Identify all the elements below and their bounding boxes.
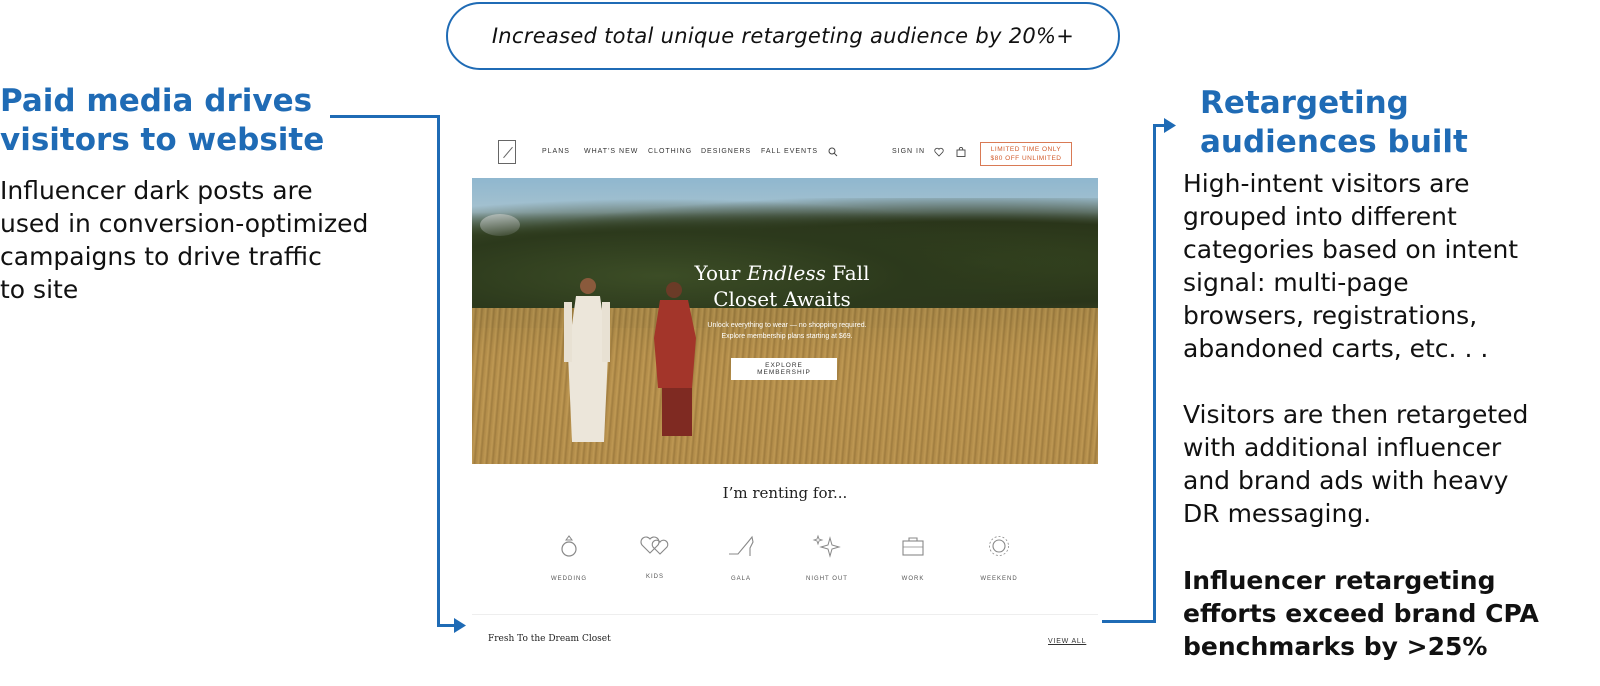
hero-title-part: Fall (825, 261, 870, 285)
ring-icon (561, 535, 577, 557)
promo-badge[interactable]: LIMITED TIME ONLY $80 OFF UNLIMITED (980, 142, 1072, 166)
hero-model-white-dress (564, 278, 610, 442)
left-connector-vertical (437, 115, 440, 627)
right-heading-line: audiences built (1200, 124, 1468, 160)
site-nav: PLANS WHAT'S NEW CLOTHING DESIGNERS FALL… (472, 128, 1098, 176)
briefcase-icon (902, 537, 924, 556)
right-para-line: grouped into different (1183, 202, 1457, 231)
left-heading: Paid media drives visitors to website (0, 82, 330, 160)
nav-item-clothing[interactable]: CLOTHING (648, 148, 692, 155)
right-para-line: and brand ads with heavy (1183, 466, 1509, 495)
category-night-out[interactable]: NIGHT OUT (797, 534, 857, 582)
sparkle-icon (812, 534, 841, 558)
promo-line: LIMITED TIME ONLY (990, 146, 1062, 153)
sun-icon (989, 536, 1009, 556)
hero-title-emphasis: Endless (746, 261, 826, 285)
right-para-1: High-intent visitors are grouped into di… (1183, 167, 1593, 365)
left-body: Influencer dark posts are used in conver… (0, 174, 420, 306)
website-screenshot: PLANS WHAT'S NEW CLOTHING DESIGNERS FALL… (472, 128, 1098, 658)
nav-item-plans[interactable]: PLANS (542, 148, 570, 155)
promo-line: $80 OFF UNLIMITED (990, 155, 1062, 162)
category-label: KIDS (645, 574, 664, 580)
category-gala[interactable]: GALA (711, 534, 771, 582)
hero-title: Your Endless Fall Closet Awaits (672, 260, 892, 312)
left-body-line: campaigns to drive traffic (0, 242, 322, 271)
left-heading-line: visitors to website (0, 122, 325, 158)
hero-subtitle-line: Unlock everything to wear — no shopping … (707, 322, 867, 329)
right-para-line: DR messaging. (1183, 499, 1372, 528)
category-label: NIGHT OUT (806, 576, 848, 582)
heart-icon[interactable] (934, 147, 944, 157)
right-para-line: abandoned carts, etc. . . (1183, 334, 1489, 363)
heel-icon (729, 535, 754, 556)
right-bold-line: benchmarks by >25% (1183, 632, 1488, 661)
right-connector-vertical (1153, 124, 1156, 623)
left-body-line: to site (0, 275, 79, 304)
right-para-line: browsers, registrations, (1183, 301, 1478, 330)
banner-text: Increased total unique retargeting audie… (491, 24, 1075, 48)
view-all-link[interactable]: VIEW ALL (1048, 638, 1086, 645)
site-logo[interactable] (498, 140, 516, 164)
left-arrow-icon (454, 618, 466, 633)
right-bold-line: Influencer retargeting (1183, 566, 1496, 595)
category-kids[interactable]: KIDS (625, 534, 685, 580)
bag-icon[interactable] (956, 147, 966, 157)
right-para-2: Visitors are then retargeted with additi… (1183, 398, 1593, 530)
search-icon[interactable] (828, 147, 838, 157)
renting-for-heading: I’m renting for... (722, 484, 848, 502)
hero-subtitle-line: Explore membership plans starting at $69… (721, 333, 853, 340)
right-arrow-icon (1164, 118, 1176, 133)
right-connector-bottom (1102, 620, 1156, 623)
right-para-line: High-intent visitors are (1183, 169, 1470, 198)
right-heading: Retargeting audiences built (1200, 84, 1540, 162)
right-para-line: Visitors are then retargeted (1183, 400, 1529, 429)
section-title: Fresh To the Dream Closet (488, 634, 611, 644)
nav-item-fall-events[interactable]: FALL EVENTS (761, 148, 818, 155)
hero-title-line: Closet Awaits (713, 287, 851, 311)
category-label: WEDDING (551, 576, 587, 582)
hero-title-part: Your (694, 261, 747, 285)
hero-banner: Your Endless Fall Closet Awaits Unlock e… (472, 178, 1098, 464)
nav-item-whats-new[interactable]: WHAT'S NEW (584, 148, 638, 155)
left-heading-line: Paid media drives (0, 83, 313, 119)
headline-banner: Increased total unique retargeting audie… (446, 2, 1120, 70)
hero-subtitle: Unlock everything to wear — no shopping … (652, 320, 922, 342)
right-bold-line: efforts exceed brand CPA (1183, 599, 1539, 628)
right-para-line: signal: multi-page (1183, 268, 1409, 297)
hearts-icon (640, 536, 669, 555)
hero-title-line: Your Endless Fall (672, 260, 892, 286)
left-body-line: used in conversion-optimized (0, 209, 369, 238)
right-heading-line: Retargeting (1200, 85, 1409, 121)
explore-membership-button[interactable]: EXPLORE MEMBERSHIP (731, 358, 837, 380)
category-weekend[interactable]: WEEKEND (969, 534, 1029, 582)
right-para-line: with additional influencer (1183, 433, 1502, 462)
left-body-line: Influencer dark posts are (0, 176, 313, 205)
nav-item-designers[interactable]: DESIGNERS (701, 148, 751, 155)
category-label: GALA (730, 576, 751, 582)
left-connector-horizontal (330, 115, 440, 118)
category-label: WEEKEND (980, 576, 1018, 582)
sign-in-link[interactable]: SIGN IN (892, 148, 925, 155)
right-para-line: categories based on intent (1183, 235, 1519, 264)
category-label: WORK (901, 576, 925, 582)
section-divider (472, 614, 1098, 615)
right-bold-callout: Influencer retargeting efforts exceed br… (1183, 564, 1593, 663)
category-wedding[interactable]: WEDDING (539, 534, 599, 582)
category-work[interactable]: WORK (883, 534, 943, 582)
